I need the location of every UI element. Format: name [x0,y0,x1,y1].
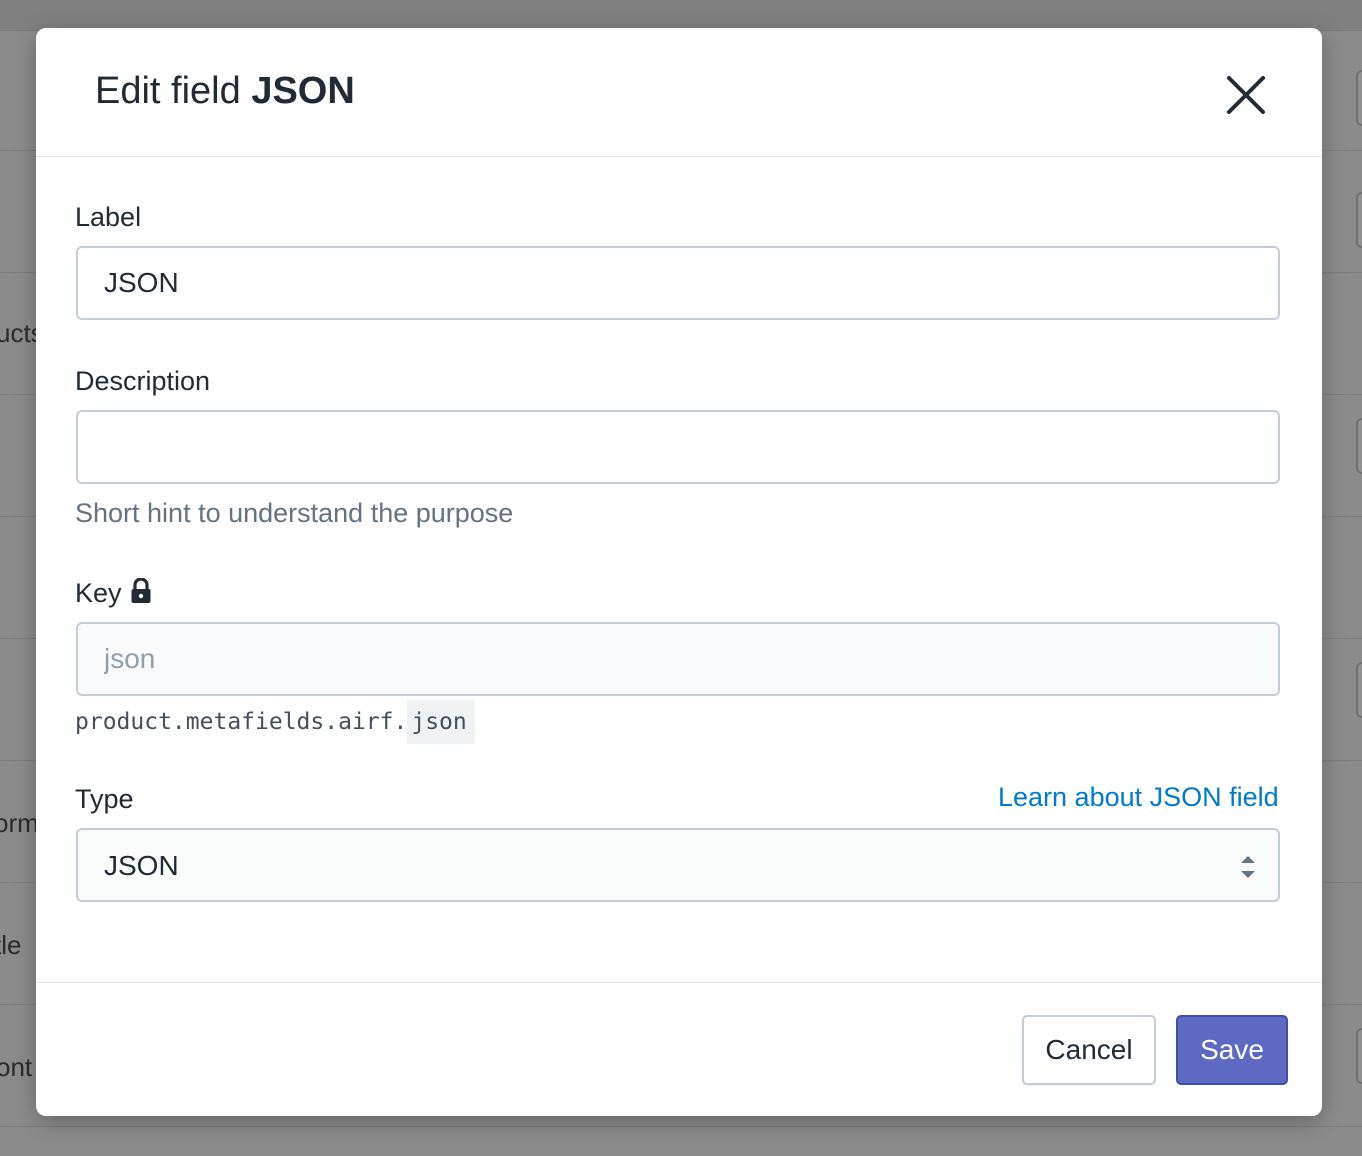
learn-about-json-link[interactable]: Learn about JSON field [998,782,1279,813]
label-field-label: Label [75,202,142,232]
background-button [1356,662,1362,718]
type-field-label: Type [75,784,134,814]
background-button [1356,418,1362,474]
modal-title: Edit field JSON [95,70,355,113]
lock-icon [130,577,152,611]
close-icon [1227,76,1265,114]
background-divider [0,1126,1362,1127]
cancel-button[interactable]: Cancel [1022,1015,1156,1085]
description-hint: Short hint to understand the purpose [75,498,514,528]
background-text-fragment: orm [0,808,39,838]
modal-title-prefix: Edit field [95,70,252,112]
save-button[interactable]: Save [1176,1015,1288,1085]
close-button[interactable] [1221,70,1271,120]
key-path-key: json [407,700,475,744]
modal-title-field-name: JSON [251,70,355,112]
key-path-prefix: product.metafields.airf. [75,709,408,735]
type-select-value: JSON [104,850,179,881]
background-button [1356,192,1362,248]
background-text-fragment: tle [0,930,22,960]
key-path-preview: product.metafields.airf. json [75,700,475,744]
label-input[interactable] [76,246,1280,320]
key-input [76,622,1280,696]
key-field-label-row: Key [75,577,152,611]
select-arrows-icon [1241,856,1255,878]
type-select[interactable]: JSON [76,828,1280,902]
description-field-label: Description [75,366,211,396]
background-button [1356,1028,1362,1084]
key-field-label: Key [75,578,122,608]
background-text-fragment: ont [0,1052,33,1082]
modal-header: Edit field JSON [36,28,1322,157]
modal-footer: Cancel Save [36,982,1322,1116]
background-topbar [0,0,1362,31]
description-input[interactable] [76,410,1280,484]
edit-field-modal: Edit field JSON Label Description Short … [36,28,1322,1116]
background-button [1356,70,1362,126]
